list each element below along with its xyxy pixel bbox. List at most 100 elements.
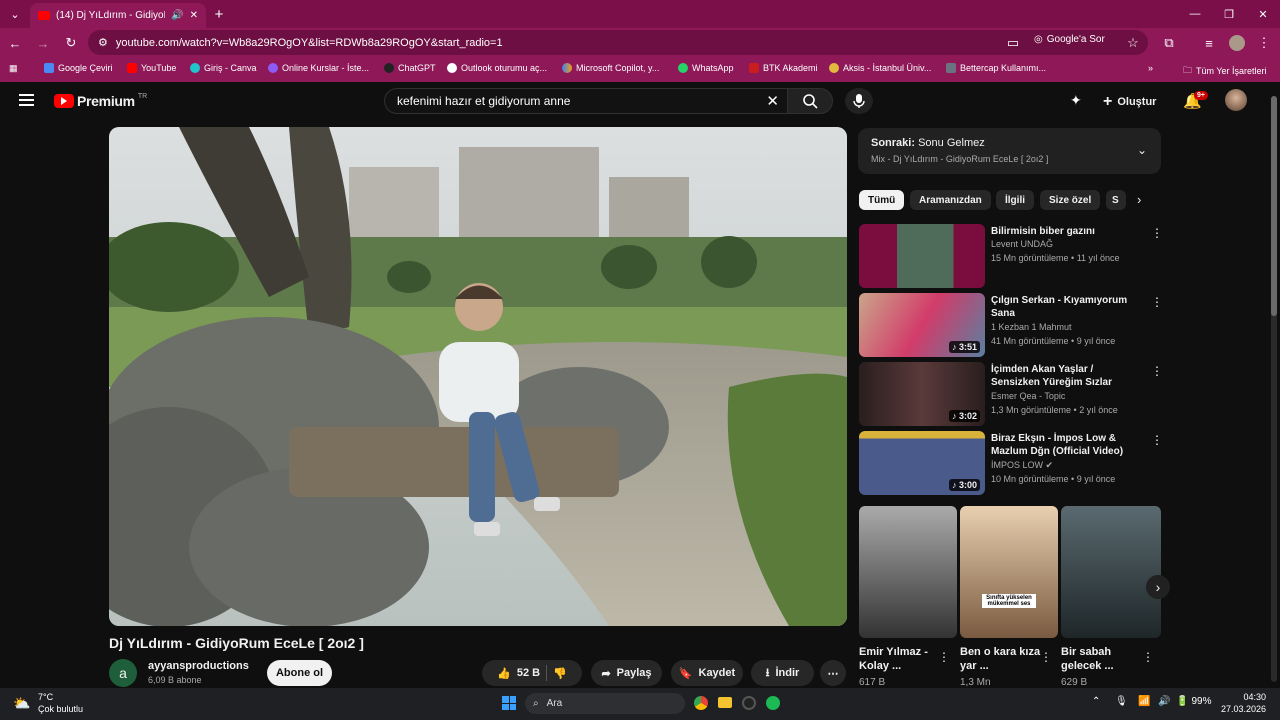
forward-icon[interactable]: →: [34, 34, 52, 52]
file-explorer-icon[interactable]: [718, 697, 732, 708]
page-scrollbar[interactable]: [1271, 96, 1277, 682]
tray-expand-icon[interactable]: ⌃: [1092, 696, 1100, 707]
weather-cloud-icon[interactable]: ⛅: [13, 695, 30, 712]
more-actions-button[interactable]: ⋯: [820, 660, 846, 686]
battery-indicator[interactable]: 🔋 99%: [1176, 696, 1211, 707]
new-tab-button[interactable]: +: [210, 5, 228, 23]
search-input[interactable]: kefenimi hazır et gidiyorum anne ✕: [384, 88, 788, 114]
recommendation-item[interactable]: Bilirmisin biber gazını Levent UNDAĞ 15 …: [859, 224, 1163, 288]
shorts-next-chevron-icon[interactable]: ›: [1146, 575, 1170, 599]
wifi-icon[interactable]: 📶: [1138, 696, 1150, 707]
save-button[interactable]: 🔖 Kaydet: [671, 660, 743, 686]
bookmark-btk[interactable]: BTK Akademi: [749, 63, 818, 73]
recommendation-item[interactable]: ♪ 3:02 İçimden Akan Yaşlar / Sensizken Y…: [859, 362, 1163, 426]
shorts-thumbnail[interactable]: [859, 506, 957, 638]
video-thumbnail[interactable]: ♪ 3:51: [859, 293, 985, 357]
bookmark-chatgpt[interactable]: ChatGPT: [384, 63, 436, 73]
profile-avatar[interactable]: [1229, 35, 1245, 51]
address-field[interactable]: ⚙ youtube.com/watch?v=Wb8a29ROgOY&list=R…: [88, 30, 1148, 55]
bookmark-google-ceviri[interactable]: Google Çeviri: [44, 63, 113, 73]
browser-tab[interactable]: (14) Dj YıLdırım - GidiyoRum EceLe [ 2ol…: [30, 3, 206, 28]
close-window-icon[interactable]: ✕: [1254, 5, 1272, 23]
more-bookmarks-icon[interactable]: »: [1148, 63, 1153, 73]
bookmark-whatsapp[interactable]: WhatsApp: [678, 63, 734, 73]
short-title[interactable]: Bir sabah gelecek ...: [1061, 645, 1151, 673]
chip-all[interactable]: Tümü: [859, 190, 905, 210]
audio-icon[interactable]: 🔊: [171, 10, 183, 21]
like-button[interactable]: 👍 52 B: [497, 667, 540, 680]
clock-date[interactable]: 27.03.2026: [1216, 704, 1266, 714]
volume-icon[interactable]: 🔊: [1158, 696, 1170, 707]
chip-for-you[interactable]: Size özel: [1040, 190, 1101, 210]
video-thumbnail[interactable]: [859, 224, 985, 288]
apps-icon[interactable]: ▦: [9, 63, 18, 74]
site-info-icon[interactable]: ⚙: [98, 36, 108, 49]
clear-search-icon[interactable]: ✕: [766, 92, 779, 110]
minimize-icon[interactable]: —: [1186, 5, 1204, 23]
chip-more[interactable]: S: [1106, 190, 1126, 210]
shorts-thumbnail[interactable]: Sınıfta yükselen mükemmel ses: [960, 506, 1058, 638]
download-button[interactable]: ⭳ İndir: [751, 660, 814, 686]
search-button[interactable]: [787, 88, 833, 114]
next-up-panel[interactable]: Sonraki: Sonu Gelmez Mix - Dj YıLdırım -…: [858, 128, 1161, 174]
bookmark-copilot[interactable]: Microsoft Copilot, y...: [562, 63, 659, 73]
account-avatar[interactable]: [1225, 89, 1247, 111]
bookmark-online-kurslar[interactable]: Online Kurslar - İste...: [268, 63, 369, 73]
reload-icon[interactable]: ↻: [62, 34, 80, 52]
short-title[interactable]: Emir Yılmaz - Kolay ...: [859, 645, 949, 673]
chevron-down-icon[interactable]: ⌄: [1137, 143, 1147, 157]
premium-badge-icon[interactable]: ✦: [1070, 92, 1088, 108]
tab-close-icon[interactable]: ✕: [190, 10, 198, 21]
plus-icon: +: [1103, 93, 1113, 110]
video-thumbnail[interactable]: ♪ 3:02: [859, 362, 985, 426]
scrollbar-thumb[interactable]: [1271, 96, 1277, 316]
short-menu-icon[interactable]: ⋮: [1142, 650, 1154, 664]
app-icon[interactable]: [742, 696, 756, 710]
chip-from-search[interactable]: Aramanızdan: [910, 190, 991, 210]
channel-name[interactable]: ayyansproductions: [148, 660, 249, 672]
voice-search-button[interactable]: [845, 88, 873, 114]
tab-search-icon[interactable]: ⌄: [6, 5, 24, 23]
restore-icon[interactable]: ❐: [1220, 5, 1238, 23]
menu-icon[interactable]: ⋮: [1255, 34, 1273, 52]
bookmark-canva[interactable]: Giriş - Canva: [190, 63, 257, 73]
youtube-premium-logo[interactable]: Premium TR: [54, 93, 147, 109]
create-button[interactable]: + Oluştur: [1103, 93, 1156, 111]
rec-menu-icon[interactable]: ⋮: [1151, 433, 1163, 447]
shorts-thumbnail[interactable]: [1061, 506, 1161, 638]
short-menu-icon[interactable]: ⋮: [938, 650, 950, 664]
share-button[interactable]: ➦ Paylaş: [591, 660, 662, 686]
short-title[interactable]: Ben o kara kıza yar ...: [960, 645, 1050, 673]
chips-next-chevron-icon[interactable]: ›: [1137, 192, 1141, 207]
rec-menu-icon[interactable]: ⋮: [1151, 295, 1163, 309]
extensions-icon[interactable]: ⧉: [1160, 34, 1178, 52]
ask-google-button[interactable]: ◎ Google'a Sor: [1034, 34, 1105, 45]
bookmark-outlook[interactable]: Outlook oturumu aç...: [447, 63, 547, 73]
chip-related[interactable]: İlgili: [996, 190, 1034, 210]
clock-time[interactable]: 04:30: [1222, 692, 1266, 702]
hamburger-menu-icon[interactable]: [19, 94, 34, 106]
short-menu-icon[interactable]: ⋮: [1040, 650, 1052, 664]
rec-menu-icon[interactable]: ⋮: [1151, 226, 1163, 240]
windows-start-icon[interactable]: [502, 696, 516, 710]
video-thumbnail[interactable]: ♪ 3:00: [859, 431, 985, 495]
rec-menu-icon[interactable]: ⋮: [1151, 364, 1163, 378]
bookmark-aksis[interactable]: Aksis - İstanbul Üniv...: [829, 63, 931, 73]
spotify-icon[interactable]: [766, 696, 780, 710]
recommendation-item[interactable]: ♪ 3:51 Çılgın Serkan - Kıyamıyorum Sana …: [859, 293, 1163, 357]
all-bookmarks-folder[interactable]: 🗀 Tüm Yer İşaretleri: [1183, 63, 1267, 79]
bookmark-youtube[interactable]: YouTube: [127, 63, 176, 73]
subscribe-button[interactable]: Abone ol: [267, 660, 332, 686]
back-icon[interactable]: ←: [6, 34, 24, 52]
taskbar-search-box[interactable]: ⌕ Ara: [525, 693, 685, 714]
media-control-icon[interactable]: ≡: [1200, 34, 1218, 52]
dislike-button[interactable]: 👎: [553, 667, 567, 680]
video-player[interactable]: [109, 127, 847, 626]
chrome-icon[interactable]: [694, 696, 708, 710]
channel-avatar[interactable]: a: [109, 659, 137, 687]
cast-icon[interactable]: ▭: [1004, 34, 1022, 52]
bookmark-star-icon[interactable]: ☆: [1124, 34, 1142, 52]
bookmark-bettercap[interactable]: Bettercap Kullanımı...: [946, 63, 1046, 73]
recommendation-item[interactable]: ♪ 3:00 Biraz Ekşın - İmpos Low & Mazlum …: [859, 431, 1163, 495]
tray-mic-icon[interactable]: 🎙: [1115, 696, 1128, 707]
